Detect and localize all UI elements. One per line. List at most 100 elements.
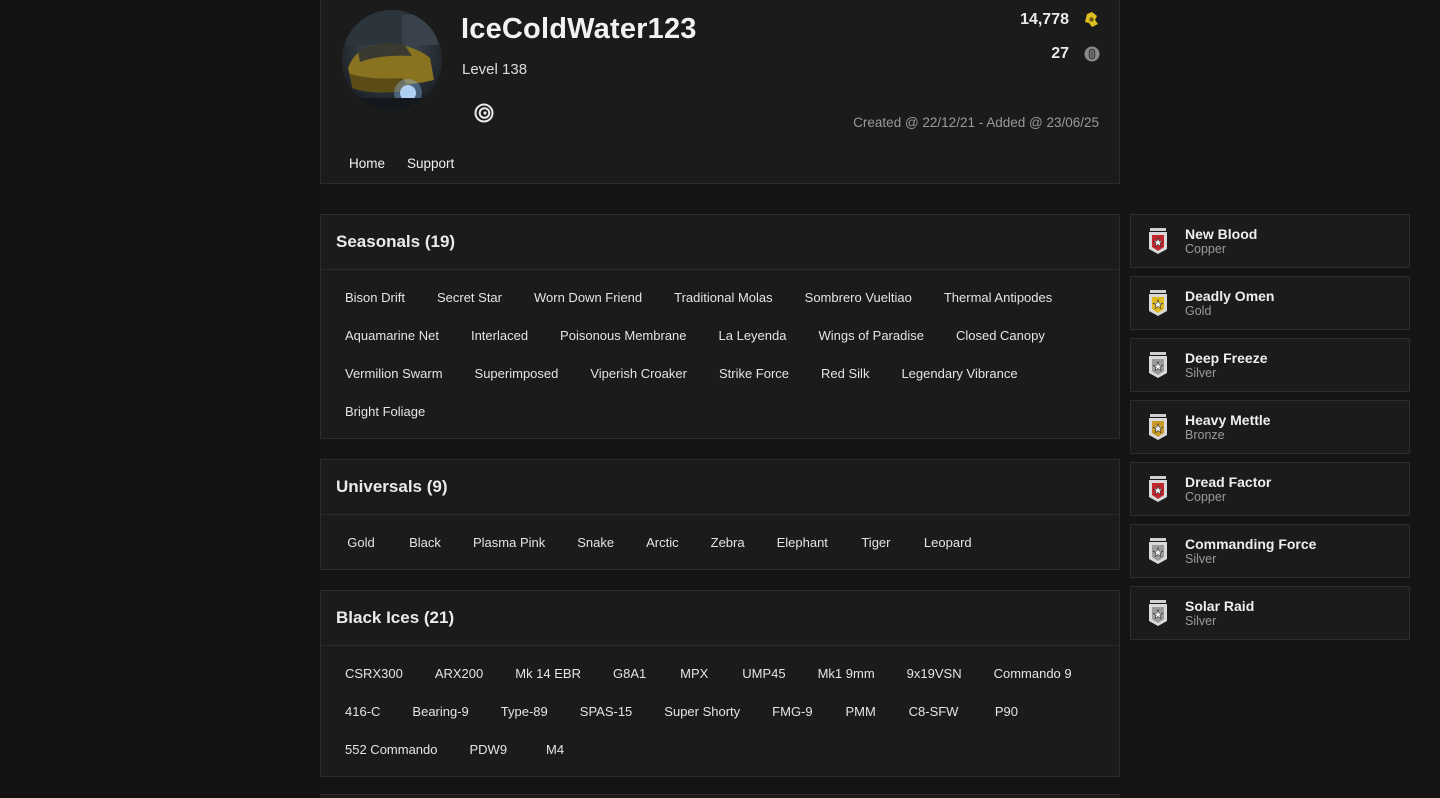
universal-item[interactable]: Arctic: [638, 523, 687, 561]
next-section-edge: [320, 794, 1120, 798]
seasonal-item[interactable]: Vermilion Swarm: [337, 354, 451, 392]
black-ice-item[interactable]: 552 Commando: [337, 730, 446, 768]
charm-card[interactable]: Solar Raid Silver: [1130, 586, 1410, 640]
universal-item[interactable]: Tiger: [852, 523, 900, 561]
universals-list: Gold Black Plasma Pink Snake Arctic Zebra Elep…: [321, 515, 1119, 567]
black-ice-item[interactable]: SPAS-15: [572, 692, 641, 730]
black-ice-item[interactable]: MPX: [670, 654, 718, 692]
charm-card[interactable]: Dread Factor Copper: [1130, 462, 1410, 516]
charm-text: Deadly Omen Gold: [1185, 288, 1274, 319]
seasonal-item[interactable]: Bright Foliage: [337, 392, 433, 430]
charm-text: Dread Factor Copper: [1185, 474, 1271, 505]
renown-stat: 14,778: [1020, 11, 1101, 29]
charm-card[interactable]: Heavy Mettle Bronze: [1130, 400, 1410, 454]
ubisoft-icon[interactable]: [474, 103, 494, 123]
charm-tier: Silver: [1185, 551, 1217, 566]
seasonal-item[interactable]: Legendary Vibrance: [893, 354, 1025, 392]
charm-name: Deadly Omen: [1185, 287, 1275, 304]
charm-card[interactable]: Deadly Omen Gold: [1130, 276, 1410, 330]
seasonal-item[interactable]: La Leyenda: [711, 316, 795, 354]
universals-title: Universals (9): [321, 460, 1119, 515]
black-ice-item[interactable]: Mk 14 EBR: [507, 654, 589, 692]
universal-item[interactable]: Plasma Pink: [465, 523, 553, 561]
seasonal-item[interactable]: Poisonous Membrane: [552, 316, 694, 354]
seasonal-item[interactable]: Red Silk: [813, 354, 877, 392]
seasonal-item[interactable]: Strike Force: [711, 354, 797, 392]
seasonals-title: Seasonals (19): [321, 215, 1119, 270]
universal-item[interactable]: Gold: [337, 523, 385, 561]
charm-card[interactable]: Commanding Force Silver: [1130, 524, 1410, 578]
charm-badge-icon: [1147, 413, 1169, 441]
black-ices-list: CSRX300 ARX200 Mk 14 EBR G8A1 MPX UMP45 Mk1 9m…: [321, 646, 1119, 774]
black-ice-item[interactable]: Bearing-9: [404, 692, 476, 730]
black-ice-item[interactable]: Commando 9: [986, 654, 1080, 692]
charm-tier: Bronze: [1185, 427, 1225, 442]
charm-text: Deep Freeze Silver: [1185, 350, 1267, 381]
page-background-left: [0, 0, 320, 798]
seasonals-list: Bison Drift Secret Star Worn Down Friend Tr…: [321, 270, 1119, 436]
seasonal-item[interactable]: Wings of Paradise: [810, 316, 932, 354]
black-ice-item[interactable]: Type-89: [493, 692, 556, 730]
black-ice-item[interactable]: M4: [531, 730, 579, 768]
seasonal-item[interactable]: Closed Canopy: [948, 316, 1053, 354]
black-ice-item[interactable]: PMM: [837, 692, 885, 730]
profile-nav: Home Support: [349, 156, 454, 171]
seasonal-item[interactable]: Worn Down Friend: [526, 278, 650, 316]
charm-name: Deep Freeze: [1185, 349, 1268, 366]
avatar: [342, 10, 442, 110]
seasonal-item[interactable]: Secret Star: [429, 278, 510, 316]
universal-item[interactable]: Elephant: [769, 523, 836, 561]
seasonal-item[interactable]: Superimposed: [467, 354, 567, 392]
universal-item[interactable]: Leopard: [916, 523, 980, 561]
universal-item[interactable]: Black: [401, 523, 449, 561]
seasonal-item[interactable]: Aquamarine Net: [337, 316, 447, 354]
universal-item[interactable]: Zebra: [703, 523, 753, 561]
black-ice-item[interactable]: C8-SFW: [901, 692, 967, 730]
charm-name: Solar Raid: [1185, 597, 1255, 614]
charm-text: New Blood Copper: [1185, 226, 1257, 257]
black-ice-item[interactable]: 416-C: [337, 692, 388, 730]
black-ice-item[interactable]: PDW9: [462, 730, 516, 768]
charm-text: Commanding Force Silver: [1185, 536, 1316, 567]
charm-text: Heavy Mettle Bronze: [1185, 412, 1271, 443]
profile-header: IceColdWater123 Level 138 14,778 27 Crea…: [320, 0, 1120, 184]
black-ice-item[interactable]: G8A1: [605, 654, 654, 692]
seasonal-item[interactable]: Interlaced: [463, 316, 536, 354]
charm-tier: Copper: [1185, 489, 1226, 504]
black-ice-item[interactable]: Mk1 9mm: [810, 654, 883, 692]
credits-value: 27: [1051, 45, 1069, 62]
charm-name: Commanding Force: [1185, 535, 1317, 552]
charm-name: Heavy Mettle: [1185, 411, 1271, 428]
charm-tier: Copper: [1185, 241, 1226, 256]
black-ice-item[interactable]: CSRX300: [337, 654, 411, 692]
seasonal-item[interactable]: Sombrero Vueltiao: [797, 278, 920, 316]
charm-card[interactable]: New Blood Copper: [1130, 214, 1410, 268]
black-ice-item[interactable]: P90: [982, 692, 1030, 730]
renown-value: 14,778: [1020, 11, 1069, 28]
charm-name: New Blood: [1185, 225, 1258, 242]
player-level: Level 138: [462, 61, 528, 78]
charm-badge-icon: [1147, 475, 1169, 503]
nav-support[interactable]: Support: [407, 156, 454, 171]
black-ice-item[interactable]: 9x19VSN: [899, 654, 970, 692]
charm-badge-icon: [1147, 537, 1169, 565]
black-ice-item[interactable]: Super Shorty: [656, 692, 748, 730]
charm-text: Solar Raid Silver: [1185, 598, 1254, 629]
charm-tier: Silver: [1185, 613, 1217, 628]
charm-badge-icon: [1147, 599, 1169, 627]
seasonal-item[interactable]: Bison Drift: [337, 278, 413, 316]
seasonal-item[interactable]: Thermal Antipodes: [936, 278, 1060, 316]
black-ice-item[interactable]: UMP45: [734, 654, 793, 692]
black-ice-item[interactable]: FMG-9: [764, 692, 820, 730]
universal-item[interactable]: Snake: [569, 523, 622, 561]
universals-section: Universals (9) Gold Black Plasma Pink Snake…: [320, 459, 1120, 570]
seasonal-item[interactable]: Viperish Croaker: [582, 354, 695, 392]
charm-tier: Silver: [1185, 365, 1217, 380]
seasonals-section: Seasonals (19) Bison Drift Secret Star Wor…: [320, 214, 1120, 439]
seasonal-item[interactable]: Traditional Molas: [666, 278, 781, 316]
nav-home[interactable]: Home: [349, 156, 385, 171]
black-ice-item[interactable]: ARX200: [427, 654, 491, 692]
credits-icon: [1083, 45, 1101, 63]
charm-card[interactable]: Deep Freeze Silver: [1130, 338, 1410, 392]
renown-icon: [1083, 11, 1101, 29]
